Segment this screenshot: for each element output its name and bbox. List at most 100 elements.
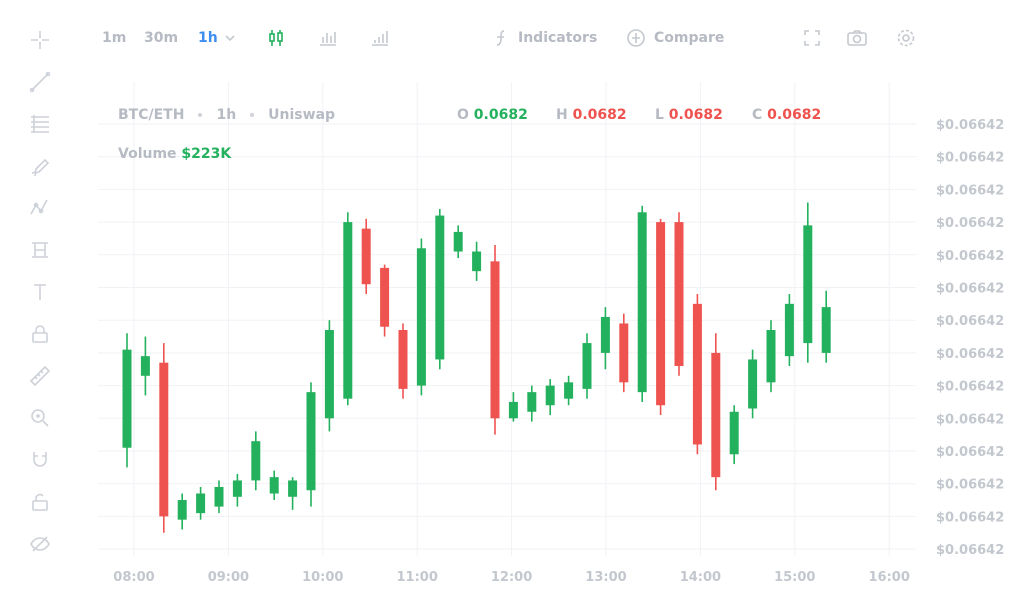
candle-body	[674, 222, 684, 366]
candle-body	[214, 486, 224, 507]
candle-up	[582, 333, 592, 399]
ohlc-open: O 0.0682	[457, 107, 528, 123]
x-tick-label: 11:00	[397, 570, 438, 585]
candle-body	[196, 493, 206, 514]
candle-body	[821, 307, 831, 353]
symbol-legend: BTC/ETH 1h Uniswap	[118, 107, 335, 123]
y-tick-label: $0.06642	[936, 151, 1004, 166]
candle-down	[490, 244, 500, 435]
close-value: 0.0682	[767, 107, 822, 123]
candle-body	[361, 228, 371, 285]
y-tick-label: $0.06642	[936, 412, 1004, 427]
x-tick-label: 16:00	[869, 570, 910, 585]
candle-up	[177, 493, 187, 530]
candlestick-chart[interactable]: 08:00 09:00 10:00 11:00 12:00 13:00 14:00 15:00…	[0, 0, 1024, 608]
candle-up	[729, 405, 739, 465]
candle-body	[656, 222, 666, 406]
candle-body	[288, 480, 298, 497]
candle-body	[453, 231, 463, 252]
candle-body	[619, 323, 629, 383]
candle-up	[600, 307, 610, 370]
candle-body	[748, 359, 758, 409]
candle-up	[324, 320, 334, 432]
candle-body	[766, 330, 776, 383]
candle-body	[472, 251, 482, 272]
candle-down	[692, 294, 702, 455]
candle-down	[398, 323, 408, 399]
volume-value: $223K	[181, 146, 232, 162]
candle-body	[140, 356, 150, 376]
candle-up	[306, 382, 316, 507]
separator-dot	[198, 113, 203, 117]
separator-dot	[250, 113, 255, 117]
volume-label: Volume	[118, 146, 177, 162]
candle-body	[306, 392, 316, 491]
candle-down	[674, 212, 684, 376]
ohlc-high: H 0.0682	[556, 107, 627, 123]
candle-body	[692, 303, 702, 445]
x-tick-label: 15:00	[774, 570, 815, 585]
candle-up	[748, 349, 758, 419]
candle-body	[416, 248, 426, 386]
candle-body	[637, 212, 647, 393]
candle-body	[380, 267, 390, 327]
x-tick-label: 10:00	[302, 570, 343, 585]
y-tick-label: $0.06642	[936, 347, 1004, 362]
candle-body	[159, 362, 169, 517]
x-tick-label: 12:00	[491, 570, 532, 585]
y-tick-label: $0.06642	[936, 183, 1004, 198]
candle-up	[214, 480, 224, 514]
candle-up	[453, 225, 463, 259]
candle-up	[232, 473, 242, 507]
candle-body	[600, 316, 610, 353]
candle-body	[527, 392, 537, 412]
candle-down	[361, 218, 371, 295]
y-tick-label: $0.06642	[936, 478, 1004, 493]
candle-down	[656, 218, 666, 416]
candle-up	[269, 470, 279, 501]
y-tick-label: $0.06642	[936, 445, 1004, 460]
y-tick-label: $0.06642	[936, 543, 1004, 558]
open-value: 0.0682	[473, 107, 528, 123]
candle-up	[766, 320, 776, 393]
candle-body	[545, 385, 555, 406]
candle-body	[324, 330, 334, 419]
close-label: C	[752, 107, 763, 123]
candle-down	[711, 333, 721, 491]
candle-body	[122, 349, 132, 448]
x-tick-label: 14:00	[680, 570, 721, 585]
candle-up	[508, 392, 518, 422]
y-tick-label: $0.06642	[936, 380, 1004, 395]
candle-body	[582, 343, 592, 389]
candle-body	[398, 330, 408, 389]
candle-up	[564, 375, 574, 406]
candle-up	[821, 290, 831, 363]
legend-interval: 1h	[216, 107, 237, 123]
candle-down	[380, 264, 390, 337]
x-tick-label: 08:00	[113, 570, 154, 585]
candle-up	[140, 336, 150, 396]
candle-up	[416, 238, 426, 396]
candle-up	[545, 379, 555, 416]
candle-up	[251, 431, 261, 491]
legend-pair: BTC/ETH	[118, 107, 185, 123]
y-tick-label: $0.06642	[936, 510, 1004, 525]
open-label: O	[457, 107, 469, 123]
y-axis: $0.06642 $0.06642 $0.06642 $0.06642 $0.06642…	[936, 118, 1004, 558]
candle-body	[435, 215, 445, 360]
candle-up	[527, 385, 537, 422]
candle-up	[343, 212, 353, 406]
x-tick-label: 13:00	[585, 570, 626, 585]
x-tick-label: 09:00	[208, 570, 249, 585]
low-value: 0.0682	[668, 107, 723, 123]
candle-body	[343, 222, 353, 399]
candle-down	[619, 313, 629, 393]
high-value: 0.0682	[572, 107, 627, 123]
candle-down	[159, 343, 169, 533]
candle-up	[637, 205, 647, 402]
y-tick-label: $0.06642	[936, 314, 1004, 329]
x-axis: 08:00 09:00 10:00 11:00 12:00 13:00 14:00 15:00…	[113, 570, 910, 585]
candle-body	[803, 225, 813, 344]
candle-up	[435, 209, 445, 370]
candle-body	[729, 411, 739, 455]
